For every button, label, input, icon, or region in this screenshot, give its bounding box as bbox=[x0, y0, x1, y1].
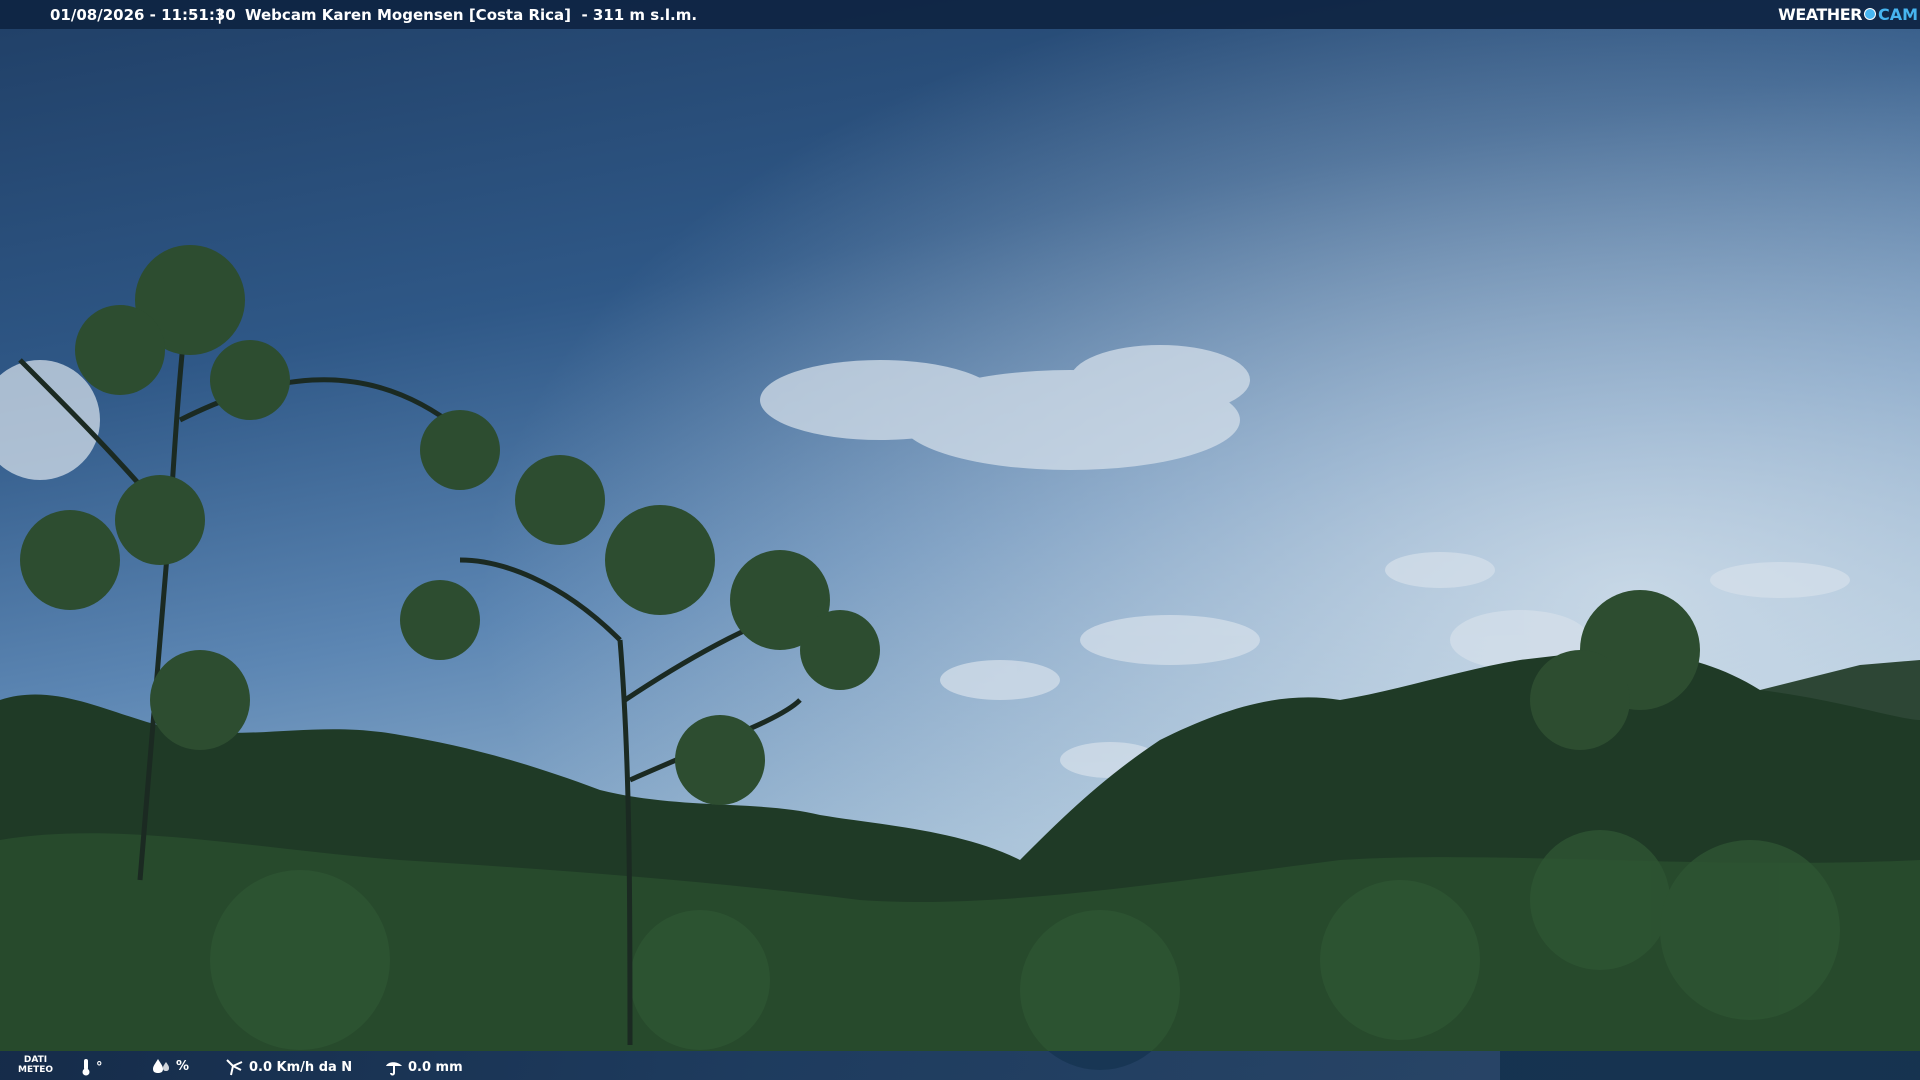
wind-icon bbox=[226, 1059, 243, 1076]
landscape-scene bbox=[0, 0, 1920, 1080]
logo-weather-text: WEATHER bbox=[1778, 4, 1862, 24]
logo-dot-icon bbox=[1863, 8, 1876, 20]
rain-value: 0.0 mm bbox=[408, 1059, 463, 1075]
humidity-drop-icon bbox=[153, 1059, 169, 1073]
datetime-label: 01/08/2026 - 11:51:30 bbox=[50, 6, 236, 24]
bottom-weather-bar: DATI METEO ° % 0.0 Km/h da N 0.0 mm bbox=[0, 1051, 1920, 1080]
top-info-bar: 01/08/2026 - 11:51:30 | Webcam Karen Mog… bbox=[0, 0, 1920, 29]
temperature-value: ° bbox=[96, 1059, 103, 1075]
thermometer-icon bbox=[82, 1059, 90, 1076]
webcam-title: Webcam Karen Mogensen [Costa Rica] - 311… bbox=[245, 6, 698, 24]
wind-reading: 0.0 Km/h da N bbox=[225, 1058, 352, 1076]
webcam-image bbox=[0, 0, 1920, 1080]
header-separator: | bbox=[217, 6, 223, 24]
temperature-reading: ° bbox=[80, 1058, 103, 1076]
meteo-data-label: DATI METEO bbox=[18, 1055, 54, 1075]
humidity-reading: % bbox=[152, 1058, 189, 1074]
weathercam-logo[interactable]: WEATHER CAM bbox=[1778, 3, 1918, 25]
humidity-value: % bbox=[176, 1058, 190, 1074]
wind-value: 0.0 Km/h da N bbox=[249, 1059, 353, 1075]
rain-reading: 0.0 mm bbox=[384, 1058, 463, 1076]
rain-gauge-icon bbox=[386, 1062, 402, 1076]
logo-cam-text: CAM bbox=[1877, 4, 1918, 24]
